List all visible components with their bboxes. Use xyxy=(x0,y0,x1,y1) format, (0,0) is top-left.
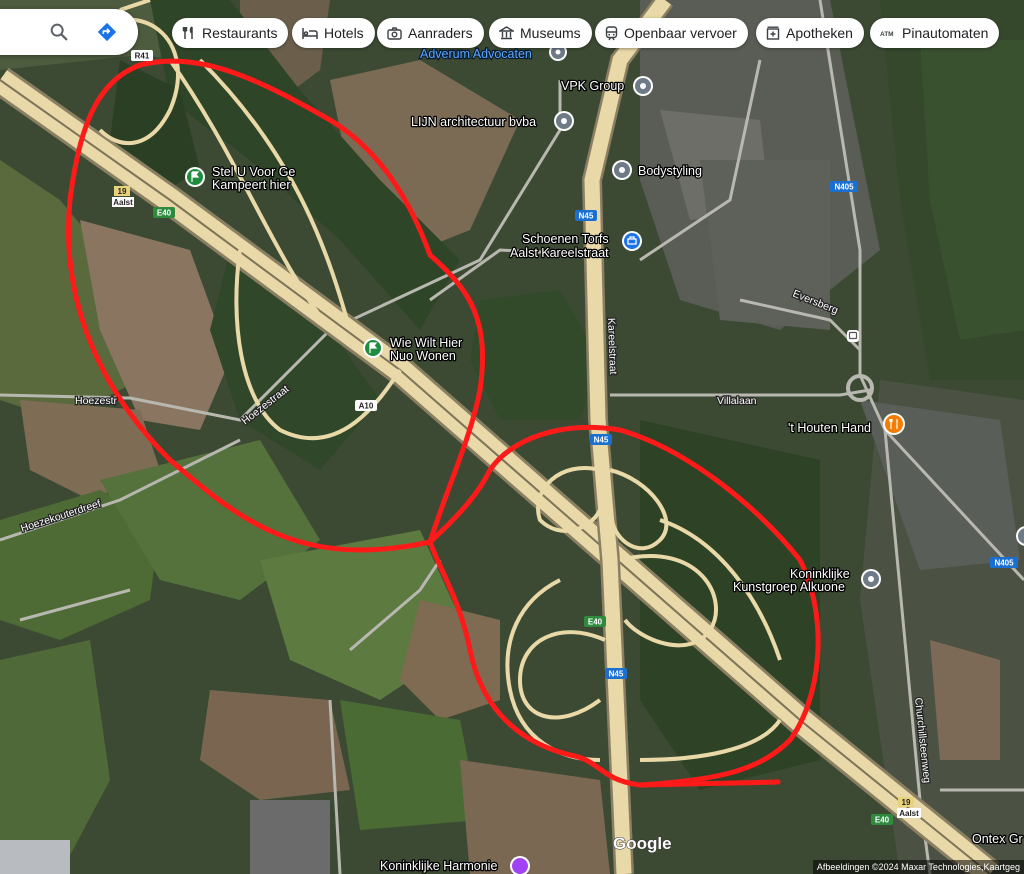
svg-text:19: 19 xyxy=(118,187,127,196)
chip-hotels[interactable]: Hotels xyxy=(292,18,375,48)
road-label-hoezestraat-west: Hoezestr xyxy=(75,395,118,407)
road-label-villalaan: Villalaan xyxy=(717,395,757,407)
satellite-map[interactable]: R41 19 Aalst E40 A10 N45 N45 E40 N45 N40… xyxy=(0,0,1024,874)
svg-text:N405: N405 xyxy=(834,183,854,192)
svg-text:19: 19 xyxy=(902,798,911,807)
svg-text:Wie Wilt Hier: Wie Wilt Hier xyxy=(390,336,462,350)
svg-text:Kunstgroep Alkuone: Kunstgroep Alkuone xyxy=(733,580,845,594)
svg-text:E40: E40 xyxy=(588,618,603,627)
svg-text:N405: N405 xyxy=(994,559,1014,568)
svg-text:Aalst Kareelstraat: Aalst Kareelstraat xyxy=(510,246,609,260)
transit-stop-icon[interactable] xyxy=(847,330,859,342)
svg-text:Ontex Gr: Ontex Gr xyxy=(972,832,1023,846)
camera-icon xyxy=(387,26,402,40)
svg-text:ATM: ATM xyxy=(880,31,894,38)
shield-n45-south: N45 xyxy=(605,668,627,679)
map-attribution[interactable]: Afbeeldingen ©2024 Maxar Technologies,Ka… xyxy=(812,860,1024,874)
svg-text:Kampeert hier: Kampeert hier xyxy=(212,178,291,192)
directions-icon[interactable] xyxy=(96,21,118,43)
svg-text:LIJN architectuur bvba: LIJN architectuur bvba xyxy=(411,115,536,129)
svg-text:Stel U Voor Ge: Stel U Voor Ge xyxy=(212,165,295,179)
chip-restaurants[interactable]: Restaurants xyxy=(172,18,289,48)
chip-label: Pinautomaten xyxy=(902,25,989,41)
svg-text:N45: N45 xyxy=(579,212,594,221)
chip-label: Openbaar vervoer xyxy=(624,25,737,41)
svg-text:Koninklijke: Koninklijke xyxy=(790,567,850,581)
road-label-kareelstraat: Kareelstraat xyxy=(605,318,619,375)
svg-text:Adverum Advocaten: Adverum Advocaten xyxy=(420,47,532,61)
chip-apotheken[interactable]: Apotheken xyxy=(756,18,864,48)
chip-aanraders[interactable]: Aanraders xyxy=(377,18,484,48)
svg-text:Aalst: Aalst xyxy=(113,198,133,207)
chip-label: Hotels xyxy=(324,25,364,41)
chip-museums[interactable]: Museums xyxy=(489,18,592,48)
svg-text:N45: N45 xyxy=(609,670,624,679)
museum-icon xyxy=(499,26,514,40)
restaurant-icon xyxy=(182,26,193,39)
svg-text:E40: E40 xyxy=(157,209,172,218)
svg-text:Bodystyling: Bodystyling xyxy=(638,164,702,178)
svg-text:Nuo Wonen: Nuo Wonen xyxy=(390,349,456,363)
shield-r41: R41 xyxy=(131,50,153,61)
svg-text:A10: A10 xyxy=(359,402,374,411)
shield-n405-north: N405 xyxy=(830,181,858,192)
search-box[interactable] xyxy=(0,9,138,55)
svg-text:E40: E40 xyxy=(875,816,890,825)
atm-icon: ATM xyxy=(880,31,894,38)
chip-label: Apotheken xyxy=(786,25,853,41)
svg-text:N45: N45 xyxy=(594,436,609,445)
svg-text:Koninklijke Harmonie: Koninklijke Harmonie xyxy=(380,859,497,873)
svg-text:'t Houten Hand: 't Houten Hand xyxy=(788,421,871,435)
shield-n45-north: N45 xyxy=(575,210,597,221)
search-icon[interactable] xyxy=(48,21,70,43)
chip-label: Museums xyxy=(520,25,581,41)
svg-text:VPK Group: VPK Group xyxy=(561,79,624,93)
pharmacy-icon xyxy=(766,26,780,40)
bed-icon xyxy=(302,28,318,39)
shield-n45-center: N45 xyxy=(590,434,612,445)
place-ontex[interactable]: Ontex Gr xyxy=(971,831,1024,848)
shield-e40-east: E40 xyxy=(871,814,893,825)
shield-n405-east: N405 xyxy=(990,557,1018,568)
svg-text:Aalst: Aalst xyxy=(899,809,919,818)
svg-text:Schoenen Torfs: Schoenen Torfs xyxy=(522,232,609,246)
shield-a10: A10 xyxy=(355,400,377,411)
chip-pinautomaten[interactable]: ATM Pinautomaten xyxy=(870,18,1000,48)
chip-openbaar-vervoer[interactable]: Openbaar vervoer xyxy=(595,18,748,48)
google-logo: Google xyxy=(613,834,672,853)
chip-label: Restaurants xyxy=(202,25,278,41)
chip-label: Aanraders xyxy=(408,25,473,41)
shield-e40-center: E40 xyxy=(584,616,606,627)
svg-text:R41: R41 xyxy=(135,52,150,61)
transit-icon xyxy=(605,25,618,40)
shield-e40-west: E40 xyxy=(153,207,175,218)
